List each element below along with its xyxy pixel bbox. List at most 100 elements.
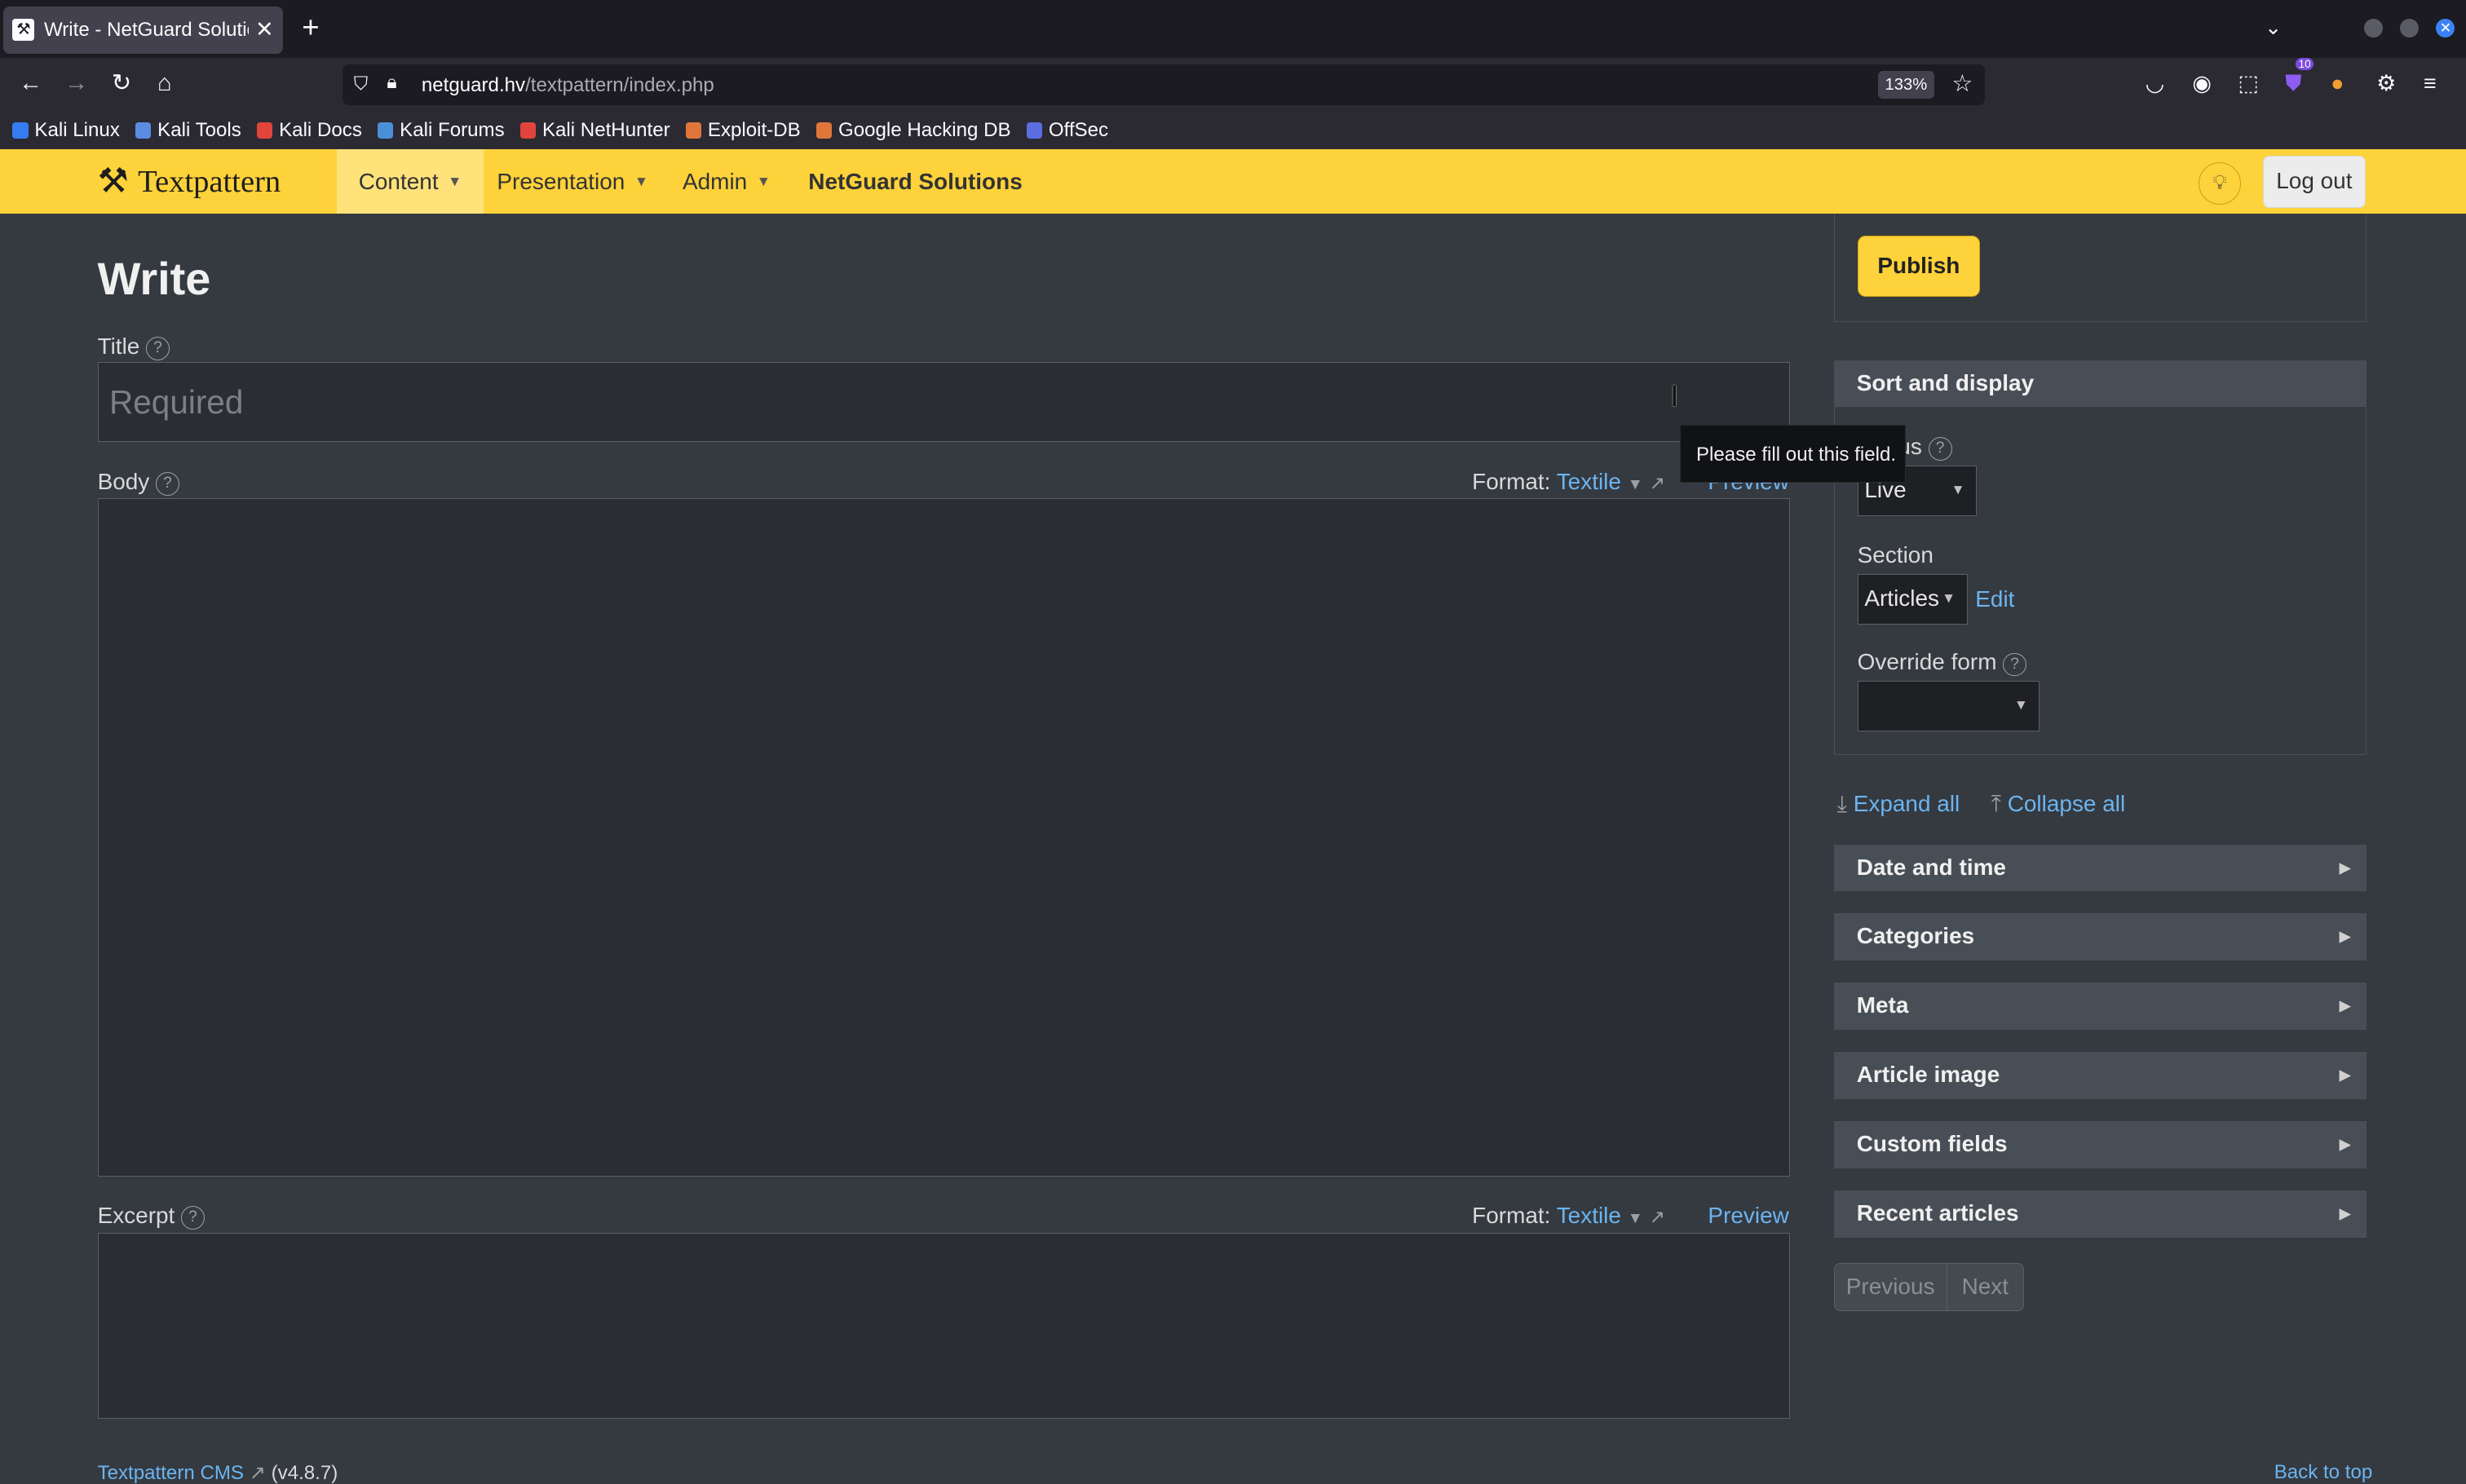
help-icon[interactable]: ? <box>181 1206 205 1230</box>
excerpt-format-select[interactable]: Textile <box>1557 1203 1621 1228</box>
bookmark-kali-linux[interactable]: Kali Linux <box>12 119 120 142</box>
reload-icon[interactable]: ↻ <box>112 69 131 98</box>
publish-button[interactable]: Publish <box>1857 236 1981 298</box>
caret-down-icon: ▼ <box>756 173 771 190</box>
help-icon[interactable]: ? <box>1928 437 1952 462</box>
menu-admin[interactable]: Admin ▼ <box>661 149 793 214</box>
kali-tools-icon <box>135 122 152 139</box>
forward-icon[interactable]: → <box>64 69 88 98</box>
kali-forums-icon <box>378 122 394 139</box>
panel-categories[interactable]: Categories ▶ <box>1833 913 2367 961</box>
caret-right-icon: ▶ <box>2339 1204 2351 1221</box>
menu-presentation-label: Presentation <box>497 168 625 194</box>
panel-date-and-time[interactable]: Date and time ▶ <box>1833 844 2367 892</box>
collapse-all-label: Collapse all <box>2007 791 2126 817</box>
bookmark-label: Google Hacking DB <box>837 119 1011 142</box>
bookmark-kali-docs[interactable]: Kali Docs <box>257 119 362 142</box>
menu-content-label: Content <box>358 168 439 194</box>
navigation-toolbar: ← → ↻ ⌂ ⛉ 🔒︎ netguard.hv/textpattern/ind… <box>0 58 2466 112</box>
bookmark-label: Kali Tools <box>157 119 241 142</box>
title-label-text: Title <box>97 333 140 359</box>
panel-article-image[interactable]: Article image ▶ <box>1833 1052 2367 1100</box>
expand-all-icon: ⤓ <box>1836 791 1847 817</box>
caret-down-icon: ▼ <box>2013 696 2028 713</box>
excerpt-format: Format: Textile ▼ ↗ <box>1472 1203 1665 1229</box>
excerpt-label: Excerpt? <box>98 1203 205 1230</box>
offsec-icon <box>1026 122 1043 139</box>
bookmark-star-icon[interactable]: ☆ <box>1951 69 1973 98</box>
help-icon[interactable]: ? <box>146 336 170 360</box>
panel-meta[interactable]: Meta ▶ <box>1833 983 2367 1031</box>
version-text: (v4.8.7) <box>271 1461 338 1484</box>
bookmark-kali-forums[interactable]: Kali Forums <box>378 119 505 142</box>
title-input[interactable]: Required <box>97 361 1790 442</box>
sort-display-heading[interactable]: Sort and display <box>1833 360 2367 408</box>
caret-down-icon: ▼ <box>1941 589 1956 606</box>
new-tab-icon[interactable]: + <box>302 12 319 44</box>
list-all-tabs-icon[interactable]: ⌄ <box>2265 15 2282 40</box>
textpattern-cms-link[interactable]: Textpattern CMS <box>98 1462 244 1484</box>
tracking-protection-icon[interactable]: ⛉ <box>354 73 368 95</box>
page-title: Write <box>97 252 211 304</box>
back-to-top-link[interactable]: Back to top <box>2274 1461 2373 1484</box>
hamburger-menu-icon[interactable]: ≡ <box>2424 71 2437 96</box>
address-bar[interactable]: ⛉ 🔒︎ netguard.hv/textpattern/index.php 1… <box>342 64 1985 106</box>
title-label: Title? <box>98 333 170 360</box>
next-button[interactable]: Next <box>1947 1262 2025 1312</box>
lightbulb-icon[interactable]: 💡︎ <box>2199 161 2242 205</box>
shield-extension-icon[interactable]: ⛊10 <box>2285 58 2320 97</box>
panel-label: Date and time <box>1856 854 2006 880</box>
override-form-label: Override form? <box>1858 649 2027 677</box>
menu-content[interactable]: Content ▼ <box>336 149 484 214</box>
external-link-icon[interactable]: ↗ <box>1650 1206 1665 1227</box>
collapse-all-link[interactable]: ⤒ Collapse all <box>1991 791 2126 818</box>
caret-right-icon: ▶ <box>2339 928 2351 945</box>
bookmark-kali-tools[interactable]: Kali Tools <box>135 119 241 142</box>
extensions-icon[interactable]: ⬚ <box>2238 71 2259 96</box>
section-label: Section <box>1857 542 1933 568</box>
expand-all-label: Expand all <box>1853 791 1960 817</box>
browser-tab[interactable]: ⚒ Write - NetGuard Solutions ✕ <box>2 6 284 54</box>
brand-name: Textpattern <box>138 164 281 199</box>
back-icon[interactable]: ← <box>19 69 42 98</box>
excerpt-textarea[interactable] <box>97 1232 1790 1419</box>
help-icon[interactable]: ? <box>2003 652 2027 677</box>
minimize-window-icon[interactable] <box>2363 19 2383 38</box>
body-format-select[interactable]: Textile <box>1557 469 1621 494</box>
previous-button[interactable]: Previous <box>1833 1262 1947 1312</box>
site-name-link[interactable]: NetGuard Solutions <box>808 149 1022 214</box>
home-icon[interactable]: ⌂ <box>157 69 171 98</box>
account-icon[interactable]: ◉ <box>2192 71 2212 96</box>
zoom-level[interactable]: 133% <box>1877 70 1935 99</box>
bookmark-exploit-db[interactable]: Exploit-DB <box>685 119 801 142</box>
caret-down-icon[interactable]: ▼ <box>1628 1210 1643 1227</box>
settings-extension-icon[interactable]: ⚙ <box>2376 71 2396 96</box>
logout-button[interactable]: Log out <box>2263 155 2366 208</box>
connection-lock-icon[interactable]: 🔒︎ <box>387 71 396 93</box>
body-textarea[interactable] <box>97 498 1790 1177</box>
section-edit-link[interactable]: Edit <box>1975 586 2014 612</box>
bookmark-offsec[interactable]: OffSec <box>1026 119 1108 142</box>
caret-down-icon[interactable]: ▼ <box>1628 476 1643 493</box>
textpattern-logo[interactable]: ⚒ Textpattern <box>98 159 281 205</box>
close-window-icon[interactable]: ✕ <box>2436 19 2455 38</box>
panel-recent-articles[interactable]: Recent articles ▶ <box>1833 1190 2367 1238</box>
maximize-window-icon[interactable] <box>2399 19 2420 38</box>
bookmark-kali-nethunter[interactable]: Kali NetHunter <box>519 119 670 142</box>
expand-all-link[interactable]: ⤓ Expand all <box>1837 791 1960 818</box>
pocket-icon[interactable]: ◡ <box>2146 71 2165 96</box>
cookie-extension-icon[interactable]: ● <box>2331 71 2344 96</box>
close-tab-icon[interactable]: ✕ <box>255 17 274 42</box>
help-icon[interactable]: ? <box>155 471 179 496</box>
panel-custom-fields[interactable]: Custom fields ▶ <box>1833 1121 2367 1168</box>
caret-right-icon: ▶ <box>2339 859 2351 876</box>
excerpt-preview-link[interactable]: Preview <box>1708 1203 1788 1229</box>
url-text[interactable]: netguard.hv/textpattern/index.php <box>422 74 714 97</box>
override-form-select[interactable]: ▼ <box>1857 681 2040 731</box>
menu-presentation[interactable]: Presentation ▼ <box>475 149 670 214</box>
bookmark-google-hacking-db[interactable]: Google Hacking DB <box>815 119 1011 142</box>
panel-label: Custom fields <box>1856 1131 2008 1157</box>
url-host: netguard.hv <box>421 73 526 96</box>
section-select[interactable]: Articles ▼ <box>1857 573 1968 625</box>
external-link-icon[interactable]: ↗ <box>1650 472 1665 493</box>
